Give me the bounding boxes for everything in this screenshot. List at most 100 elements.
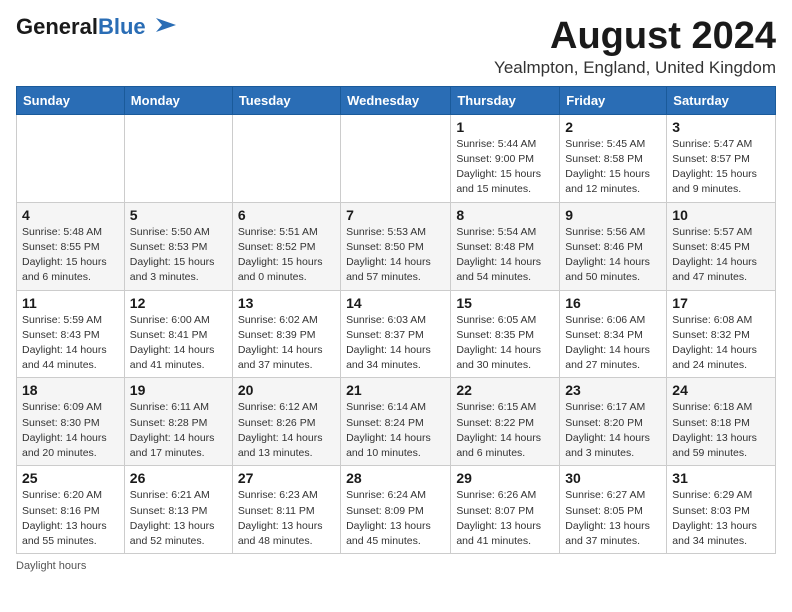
day-info: Sunrise: 6:21 AM Sunset: 8:13 PM Dayligh… <box>130 488 227 549</box>
table-row: 19 Sunrise: 6:11 AM Sunset: 8:28 PM Dayli… <box>124 378 232 466</box>
day-number: 10 <box>672 207 770 223</box>
table-row: 16 Sunrise: 6:06 AM Sunset: 8:34 PM Dayli… <box>560 290 667 378</box>
page-header: GeneralBlue August 2024 Yealmpton, Engla… <box>16 16 776 78</box>
day-number: 1 <box>456 119 554 135</box>
calendar-week-row: 4 Sunrise: 5:48 AM Sunset: 8:55 PM Daylig… <box>17 202 776 290</box>
day-info: Sunrise: 6:00 AM Sunset: 8:41 PM Dayligh… <box>130 313 227 374</box>
day-info: Sunrise: 6:15 AM Sunset: 8:22 PM Dayligh… <box>456 400 554 461</box>
day-info: Sunrise: 6:08 AM Sunset: 8:32 PM Dayligh… <box>672 313 770 374</box>
table-row: 14 Sunrise: 6:03 AM Sunset: 8:37 PM Dayli… <box>341 290 451 378</box>
table-row: 3Sunrise: 5:47 AM Sunset: 8:57 PM Daylig… <box>667 114 776 202</box>
logo: GeneralBlue <box>16 16 180 38</box>
footer-note: Daylight hours <box>16 560 776 572</box>
logo-arrow-icon <box>148 14 180 36</box>
table-row: 18Sunrise: 6:09 AM Sunset: 8:30 PM Dayli… <box>17 378 125 466</box>
day-number: 21 <box>346 382 445 398</box>
day-number: 23 <box>565 382 661 398</box>
header-saturday: Saturday <box>667 86 776 114</box>
day-info: Sunrise: 5:57 AM Sunset: 8:45 PM Dayligh… <box>672 225 770 286</box>
day-number: 5 <box>130 207 227 223</box>
day-number: 4 <box>22 207 119 223</box>
calendar-week-row: 18Sunrise: 6:09 AM Sunset: 8:30 PM Dayli… <box>17 378 776 466</box>
table-row: 9 Sunrise: 5:56 AM Sunset: 8:46 PM Daylig… <box>560 202 667 290</box>
calendar-table: Sunday Monday Tuesday Wednesday Thursday… <box>16 86 776 554</box>
calendar-week-row: 11Sunrise: 5:59 AM Sunset: 8:43 PM Dayli… <box>17 290 776 378</box>
table-row: 11Sunrise: 5:59 AM Sunset: 8:43 PM Dayli… <box>17 290 125 378</box>
day-info: Sunrise: 5:47 AM Sunset: 8:57 PM Dayligh… <box>672 137 770 198</box>
table-row: 23Sunrise: 6:17 AM Sunset: 8:20 PM Dayli… <box>560 378 667 466</box>
table-row: 10 Sunrise: 5:57 AM Sunset: 8:45 PM Dayli… <box>667 202 776 290</box>
day-info: Sunrise: 6:23 AM Sunset: 8:11 PM Dayligh… <box>238 488 335 549</box>
calendar-week-row: 25Sunrise: 6:20 AM Sunset: 8:16 PM Dayli… <box>17 466 776 554</box>
header-friday: Friday <box>560 86 667 114</box>
table-row: 28Sunrise: 6:24 AM Sunset: 8:09 PM Dayli… <box>341 466 451 554</box>
day-info: Sunrise: 5:48 AM Sunset: 8:55 PM Dayligh… <box>22 225 119 286</box>
table-row: 12 Sunrise: 6:00 AM Sunset: 8:41 PM Dayli… <box>124 290 232 378</box>
day-number: 31 <box>672 470 770 486</box>
calendar-header-row: Sunday Monday Tuesday Wednesday Thursday… <box>17 86 776 114</box>
day-number: 18 <box>22 382 119 398</box>
header-thursday: Thursday <box>451 86 560 114</box>
day-number: 19 <box>130 382 227 398</box>
day-number: 27 <box>238 470 335 486</box>
table-row: 15 Sunrise: 6:05 AM Sunset: 8:35 PM Dayli… <box>451 290 560 378</box>
day-info: Sunrise: 6:14 AM Sunset: 8:24 PM Dayligh… <box>346 400 445 461</box>
day-info: Sunrise: 6:03 AM Sunset: 8:37 PM Dayligh… <box>346 313 445 374</box>
table-row: 26 Sunrise: 6:21 AM Sunset: 8:13 PM Dayli… <box>124 466 232 554</box>
logo-blue: Blue <box>98 14 146 39</box>
header-tuesday: Tuesday <box>232 86 340 114</box>
header-wednesday: Wednesday <box>341 86 451 114</box>
day-info: Sunrise: 5:56 AM Sunset: 8:46 PM Dayligh… <box>565 225 661 286</box>
table-row: 1 Sunrise: 5:44 AM Sunset: 9:00 PM Daylig… <box>451 114 560 202</box>
day-number: 29 <box>456 470 554 486</box>
day-number: 26 <box>130 470 227 486</box>
table-row: 13Sunrise: 6:02 AM Sunset: 8:39 PM Dayli… <box>232 290 340 378</box>
location-title: Yealmpton, England, United Kingdom <box>494 58 776 78</box>
day-info: Sunrise: 6:26 AM Sunset: 8:07 PM Dayligh… <box>456 488 554 549</box>
day-number: 20 <box>238 382 335 398</box>
table-row <box>232 114 340 202</box>
day-info: Sunrise: 6:11 AM Sunset: 8:28 PM Dayligh… <box>130 400 227 461</box>
day-info: Sunrise: 6:12 AM Sunset: 8:26 PM Dayligh… <box>238 400 335 461</box>
day-info: Sunrise: 5:51 AM Sunset: 8:52 PM Dayligh… <box>238 225 335 286</box>
table-row: 21 Sunrise: 6:14 AM Sunset: 8:24 PM Dayli… <box>341 378 451 466</box>
day-info: Sunrise: 6:27 AM Sunset: 8:05 PM Dayligh… <box>565 488 661 549</box>
logo-general: General <box>16 14 98 39</box>
table-row: 22Sunrise: 6:15 AM Sunset: 8:22 PM Dayli… <box>451 378 560 466</box>
table-row: 27 Sunrise: 6:23 AM Sunset: 8:11 PM Dayli… <box>232 466 340 554</box>
calendar-week-row: 1 Sunrise: 5:44 AM Sunset: 9:00 PM Daylig… <box>17 114 776 202</box>
table-row: 20 Sunrise: 6:12 AM Sunset: 8:26 PM Dayli… <box>232 378 340 466</box>
table-row: 6 Sunrise: 5:51 AM Sunset: 8:52 PM Daylig… <box>232 202 340 290</box>
day-number: 8 <box>456 207 554 223</box>
day-number: 9 <box>565 207 661 223</box>
day-number: 15 <box>456 295 554 311</box>
day-number: 24 <box>672 382 770 398</box>
day-info: Sunrise: 5:44 AM Sunset: 9:00 PM Dayligh… <box>456 137 554 198</box>
day-info: Sunrise: 6:29 AM Sunset: 8:03 PM Dayligh… <box>672 488 770 549</box>
day-number: 16 <box>565 295 661 311</box>
table-row: 7 Sunrise: 5:53 AM Sunset: 8:50 PM Daylig… <box>341 202 451 290</box>
day-number: 28 <box>346 470 445 486</box>
day-number: 6 <box>238 207 335 223</box>
day-number: 13 <box>238 295 335 311</box>
day-number: 7 <box>346 207 445 223</box>
day-number: 17 <box>672 295 770 311</box>
table-row <box>17 114 125 202</box>
logo-text: GeneralBlue <box>16 16 146 38</box>
day-info: Sunrise: 6:20 AM Sunset: 8:16 PM Dayligh… <box>22 488 119 549</box>
table-row: 5Sunrise: 5:50 AM Sunset: 8:53 PM Daylig… <box>124 202 232 290</box>
table-row: 29 Sunrise: 6:26 AM Sunset: 8:07 PM Dayli… <box>451 466 560 554</box>
day-number: 14 <box>346 295 445 311</box>
table-row: 8Sunrise: 5:54 AM Sunset: 8:48 PM Daylig… <box>451 202 560 290</box>
table-row: 25Sunrise: 6:20 AM Sunset: 8:16 PM Dayli… <box>17 466 125 554</box>
day-info: Sunrise: 6:05 AM Sunset: 8:35 PM Dayligh… <box>456 313 554 374</box>
day-info: Sunrise: 6:06 AM Sunset: 8:34 PM Dayligh… <box>565 313 661 374</box>
table-row: 4 Sunrise: 5:48 AM Sunset: 8:55 PM Daylig… <box>17 202 125 290</box>
day-info: Sunrise: 5:45 AM Sunset: 8:58 PM Dayligh… <box>565 137 661 198</box>
day-info: Sunrise: 5:53 AM Sunset: 8:50 PM Dayligh… <box>346 225 445 286</box>
title-section: August 2024 Yealmpton, England, United K… <box>494 16 776 78</box>
table-row <box>341 114 451 202</box>
table-row: 2Sunrise: 5:45 AM Sunset: 8:58 PM Daylig… <box>560 114 667 202</box>
day-number: 11 <box>22 295 119 311</box>
day-number: 12 <box>130 295 227 311</box>
